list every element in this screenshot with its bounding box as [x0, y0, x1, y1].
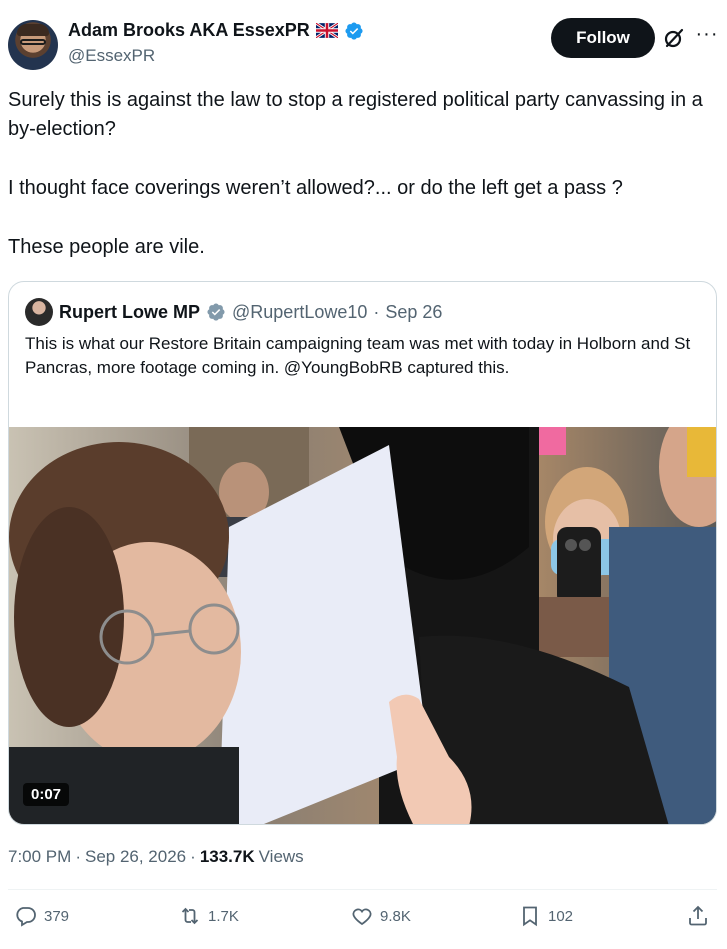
- separator-dot: ·: [373, 301, 380, 322]
- bookmark-button[interactable]: 102: [518, 904, 573, 928]
- tweet-time[interactable]: 7:00 PM: [8, 847, 71, 867]
- like-button[interactable]: 9.8K: [350, 904, 411, 928]
- views-label: Views: [258, 847, 304, 866]
- quoted-author-handle[interactable]: @RupertLowe10: [232, 302, 367, 323]
- reply-button[interactable]: 379: [14, 904, 69, 928]
- bookmark-icon: [523, 906, 537, 927]
- reply-icon: [16, 907, 36, 927]
- author-name-row: Adam Brooks AKA EssexPR: [68, 20, 364, 41]
- divider: [8, 889, 717, 890]
- follow-button[interactable]: Follow: [551, 18, 655, 58]
- more-icon[interactable]: ···: [694, 24, 720, 50]
- quoted-tweet-header: Rupert Lowe MP @RupertLowe10 · Sep 26: [25, 298, 442, 326]
- tweet-text: Surely this is against the law to stop a…: [8, 86, 708, 262]
- bookmark-count: 102: [548, 907, 574, 925]
- quoted-author-name[interactable]: Rupert Lowe MP: [59, 302, 200, 323]
- separator-dot: ·: [190, 847, 196, 866]
- like-icon: [352, 908, 372, 926]
- video-player[interactable]: 0:07: [9, 427, 716, 824]
- repost-icon: [181, 907, 199, 925]
- like-count: 9.8K: [380, 907, 411, 925]
- views-count: 133.7K: [199, 847, 255, 866]
- quoted-tweet[interactable]: Rupert Lowe MP @RupertLowe10 · Sep 26 Th…: [8, 281, 717, 825]
- quoted-author-avatar[interactable]: [25, 298, 53, 326]
- author-handle[interactable]: @EssexPR: [68, 46, 155, 66]
- repost-button[interactable]: 1.7K: [178, 904, 239, 928]
- verified-badge-icon[interactable]: [206, 302, 226, 322]
- share-icon: [689, 905, 707, 926]
- author-avatar[interactable]: [8, 20, 58, 70]
- quoted-tweet-date[interactable]: Sep 26: [385, 302, 442, 323]
- tweet-paragraph: I thought face coverings weren’t allowed…: [8, 177, 623, 199]
- grok-icon[interactable]: [662, 26, 686, 50]
- uk-flag-icon: [315, 23, 338, 38]
- video-frame: [9, 427, 716, 824]
- video-duration: 0:07: [23, 783, 70, 806]
- reply-count: 379: [44, 907, 70, 925]
- separator-dot: ·: [75, 847, 81, 866]
- repost-count: 1.7K: [208, 907, 239, 925]
- tweet-date[interactable]: Sep 26, 2026: [85, 847, 186, 867]
- tweet-paragraph: These people are vile.: [8, 236, 205, 258]
- tweet-header: Adam Brooks AKA EssexPR @EssexPR Follow …: [8, 14, 719, 74]
- quoted-tweet-text: This is what our Restore Britain campaig…: [25, 334, 691, 377]
- verified-badge-icon[interactable]: [344, 21, 364, 41]
- tweet-paragraph: Surely this is against the law to stop a…: [8, 89, 703, 140]
- share-button[interactable]: [686, 904, 710, 928]
- tweet-meta: 7:00 PM · Sep 26, 2026 · 133.7K Views: [8, 847, 304, 867]
- action-bar: 379 1.7K 9.8K 102: [8, 904, 717, 940]
- author-display-name[interactable]: Adam Brooks AKA EssexPR: [68, 20, 310, 41]
